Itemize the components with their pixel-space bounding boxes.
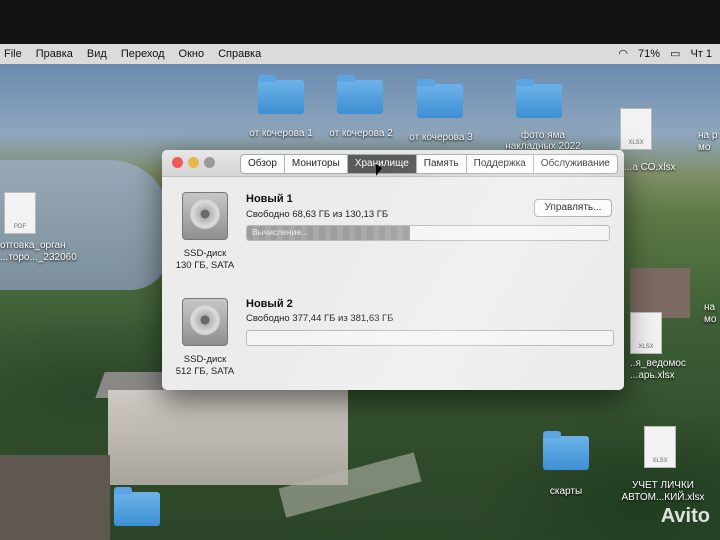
wifi-icon[interactable]: ◠ [618,47,628,60]
tab-storage[interactable]: Хранилище [347,155,417,173]
menu-file[interactable]: File [4,48,22,60]
folder-icon[interactable] [516,79,562,118]
folder-icon[interactable] [337,75,383,114]
hard-drive-icon [182,298,228,346]
hard-drive-icon [182,192,228,240]
desktop-label-right[interactable]: на мо [704,302,720,326]
file-label[interactable]: ..я_ведомос ...арь.xlsx [630,358,700,382]
battery-icon[interactable]: ▭ [670,47,680,60]
disk-size: 512 ГБ, SATA [175,366,235,377]
folder-icon[interactable] [417,79,463,118]
menu-window[interactable]: Окно [179,48,205,60]
menu-bar: File Правка Вид Переход Окно Справка ◠ 7… [0,44,720,64]
mouse-cursor-icon [376,164,382,176]
tab-displays[interactable]: Мониторы [285,155,348,173]
close-button[interactable] [172,157,183,168]
storage-bar [246,330,614,346]
disk-kind: SSD-диск [183,248,227,259]
folder-icon[interactable] [114,487,160,526]
tab-bar: Обзор Мониторы Хранилище Память Поддержк… [240,154,618,174]
folder-icon[interactable] [543,431,589,470]
menu-help[interactable]: Справка [218,48,261,60]
manage-button[interactable]: Управлять... [534,199,612,217]
folder-label[interactable]: от кочерова 1 [240,128,322,139]
menu-clock[interactable]: Чт 1 [690,48,712,60]
storage-bar-status: Вычисление... [252,227,309,237]
menu-edit[interactable]: Правка [36,48,73,60]
zoom-button[interactable] [204,157,215,168]
xlsx-file-icon[interactable]: XLSX [620,108,652,150]
folder-label[interactable]: фото яма накладных 2022 [500,130,586,152]
pdf-file-icon[interactable]: PDF [4,192,36,234]
menu-view[interactable]: Вид [87,48,107,60]
tab-memory[interactable]: Память [417,155,467,173]
volume-name: Новый 1 [246,193,293,205]
folder-label[interactable]: от кочерова 3 [400,132,482,143]
disk-size: 130 ГБ, SATA [175,260,235,271]
folder-icon[interactable] [258,75,304,114]
xlsx-file-icon[interactable]: XLSX [644,426,676,468]
tab-overview[interactable]: Обзор [241,155,285,173]
disk-kind: SSD-диск [183,354,227,365]
watermark-logo: Avito [660,505,710,527]
tab-service[interactable]: Обслуживание [534,155,617,173]
desktop-label-right[interactable]: на р мо [698,130,720,154]
tab-support[interactable]: Поддержка [467,155,534,173]
wallpaper-building [108,390,348,485]
storage-bar: Вычисление... [246,225,610,241]
volume-name: Новый 2 [246,298,293,310]
folder-label[interactable]: скарты [526,486,606,497]
screen-bezel [0,0,720,44]
battery-percent[interactable]: 71% [638,48,660,60]
xlsx-file-icon[interactable]: XLSX [630,312,662,354]
wallpaper-roof-left [0,455,110,540]
about-this-mac-window: Обзор Мониторы Хранилище Память Поддержк… [162,150,624,390]
file-label[interactable]: отговка_орган ...торо..._232060 [0,240,80,264]
menu-go[interactable]: Переход [121,48,165,60]
window-titlebar[interactable]: Обзор Мониторы Хранилище Память Поддержк… [162,150,624,177]
volume-free-space: Свободно 68,63 ГБ из 130,13 ГБ [246,209,389,220]
minimize-button[interactable] [188,157,199,168]
wallpaper-house [630,268,690,318]
folder-label[interactable]: от кочерова 2 [320,128,402,139]
file-label[interactable]: УЧЕТ ЛИЧКИ АВТОМ...КИЙ.xlsx [618,480,708,504]
menu-extras: ◠ 71% ▭ Чт 1 [618,47,712,61]
file-label[interactable]: ...а СО.xlsx [624,162,684,173]
volume-free-space: Свободно 377,44 ГБ из 381,63 ГБ [246,313,394,324]
